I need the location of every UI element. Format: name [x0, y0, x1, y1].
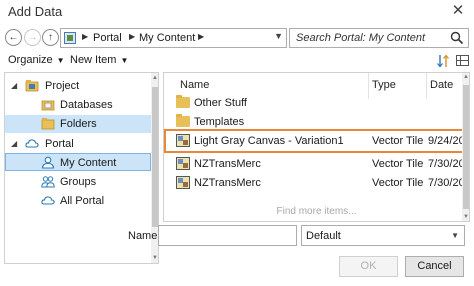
organize-label: Organize: [8, 54, 53, 66]
forward-button[interactable]: →: [24, 29, 41, 46]
chevron-down-icon: ▼: [120, 56, 129, 65]
arrow-right-icon: →: [27, 32, 38, 43]
filter-dropdown[interactable]: Default ▼: [301, 225, 465, 246]
user-cloud-icon: [41, 156, 55, 169]
tree-item-label: Folders: [60, 118, 97, 130]
tree-item-label: My Content: [60, 157, 117, 169]
item-date: 7/30/20: [428, 158, 465, 170]
scrollbar-thumb[interactable]: [463, 85, 469, 209]
item-name: Templates: [194, 116, 245, 128]
scrollbar-thumb[interactable]: [152, 87, 158, 227]
project-icon: [25, 80, 39, 92]
search-input[interactable]: Search Portal: My Content: [296, 32, 425, 44]
database-folder-icon: [41, 100, 55, 111]
expand-triangle-icon[interactable]: ◢: [11, 81, 17, 90]
filter-value: Default: [306, 230, 341, 242]
column-header-type[interactable]: Type: [372, 79, 396, 91]
tree-item-portal[interactable]: ◢ Portal: [5, 135, 151, 153]
breadcrumb-separator-icon: ▶: [82, 32, 89, 41]
chevron-down-icon[interactable]: ▼: [451, 231, 459, 240]
search-icon[interactable]: [450, 31, 464, 45]
tree-item-project[interactable]: ◢ Project: [5, 77, 151, 95]
breadcrumb-my-content[interactable]: My Content: [139, 32, 195, 44]
new-item-label: New Item: [70, 54, 117, 66]
column-header-date[interactable]: Date: [430, 79, 453, 91]
find-more-link[interactable]: Find more items...: [163, 206, 470, 217]
tree-item-label: Groups: [60, 176, 97, 188]
view-toggle-icon[interactable]: [456, 55, 469, 66]
title-bar: Add Data ✕: [0, 0, 474, 24]
cloud-icon: [41, 196, 55, 205]
item-date: 7/30/20: [428, 177, 465, 189]
cloud-icon: [25, 139, 39, 148]
tree-item-my-content[interactable]: My Content: [5, 153, 151, 171]
arrow-up-icon: ↑: [48, 32, 53, 43]
folder-icon: [176, 114, 190, 127]
toolbar: Organize ▼ New Item ▼: [0, 51, 474, 71]
item-type: Vector Tile: [372, 158, 424, 170]
tree-item-all-portal[interactable]: All Portal: [5, 192, 151, 210]
chevron-down-icon[interactable]: ▼: [274, 31, 283, 41]
tree-item-folders[interactable]: Folders: [5, 115, 151, 133]
breadcrumb-portal[interactable]: Portal: [93, 32, 122, 44]
item-name: NZTransMerc: [194, 177, 261, 189]
window-title: Add Data: [8, 4, 63, 19]
scroll-up-icon[interactable]: ▲: [152, 75, 158, 81]
item-type: Vector Tile: [372, 177, 424, 189]
scroll-up-icon[interactable]: ▲: [463, 74, 469, 80]
organize-menu[interactable]: Organize ▼: [8, 54, 65, 66]
expand-triangle-icon[interactable]: ◢: [11, 139, 17, 148]
up-button[interactable]: ↑: [42, 29, 59, 46]
breadcrumb-separator-icon[interactable]: ▶: [198, 32, 204, 41]
item-name: NZTransMerc: [194, 158, 261, 170]
name-field[interactable]: [158, 225, 297, 246]
arrow-left-icon: ←: [8, 32, 19, 43]
tree-item-label: Portal: [45, 138, 74, 150]
breadcrumb-separator-icon[interactable]: ▶: [129, 32, 135, 41]
chevron-down-icon: ▼: [56, 56, 65, 65]
item-name: Other Stuff: [194, 97, 247, 109]
list-item[interactable]: NZTransMerc Vector Tile 7/30/20: [164, 154, 465, 174]
vector-tile-icon: [176, 176, 190, 189]
vector-tile-icon: [176, 157, 190, 170]
folder-icon: [176, 95, 190, 108]
list-item[interactable]: Other Stuff: [164, 93, 462, 113]
name-label: Name: [128, 230, 158, 242]
new-item-menu[interactable]: New Item ▼: [70, 54, 128, 66]
close-icon[interactable]: ✕: [450, 2, 466, 20]
scroll-down-icon[interactable]: ▼: [152, 255, 158, 261]
tree-item-label: Project: [45, 80, 80, 92]
sort-icon[interactable]: [437, 54, 449, 68]
navigation-bar: ← → ↑ ▶ Portal ▶ My Content ▶ ▼ Search P…: [0, 27, 474, 49]
tree-item-label: Databases: [60, 99, 113, 111]
content-scrollbar[interactable]: ▲ ▼: [462, 73, 469, 221]
tree-item-groups[interactable]: Groups: [5, 173, 151, 191]
column-header-name[interactable]: Name: [180, 79, 209, 91]
search-box[interactable]: Search Portal: My Content: [289, 28, 469, 48]
list-item[interactable]: NZTransMerc Vector Tile 7/30/20: [164, 173, 465, 193]
highlight-box: [164, 129, 469, 153]
tree-item-label: All Portal: [60, 195, 105, 207]
folder-icon: [41, 118, 55, 130]
ok-button[interactable]: OK: [339, 256, 398, 277]
address-bar[interactable]: ▶ Portal ▶ My Content ▶ ▼: [60, 28, 287, 48]
tree-item-databases[interactable]: Databases: [5, 96, 151, 114]
content-pane: Name Type Date Other Stuff Templates Lig…: [163, 72, 470, 222]
portal-location-icon: [64, 32, 76, 44]
back-button[interactable]: ←: [5, 29, 22, 46]
group-icon: [41, 176, 55, 188]
cancel-button[interactable]: Cancel: [405, 256, 464, 277]
